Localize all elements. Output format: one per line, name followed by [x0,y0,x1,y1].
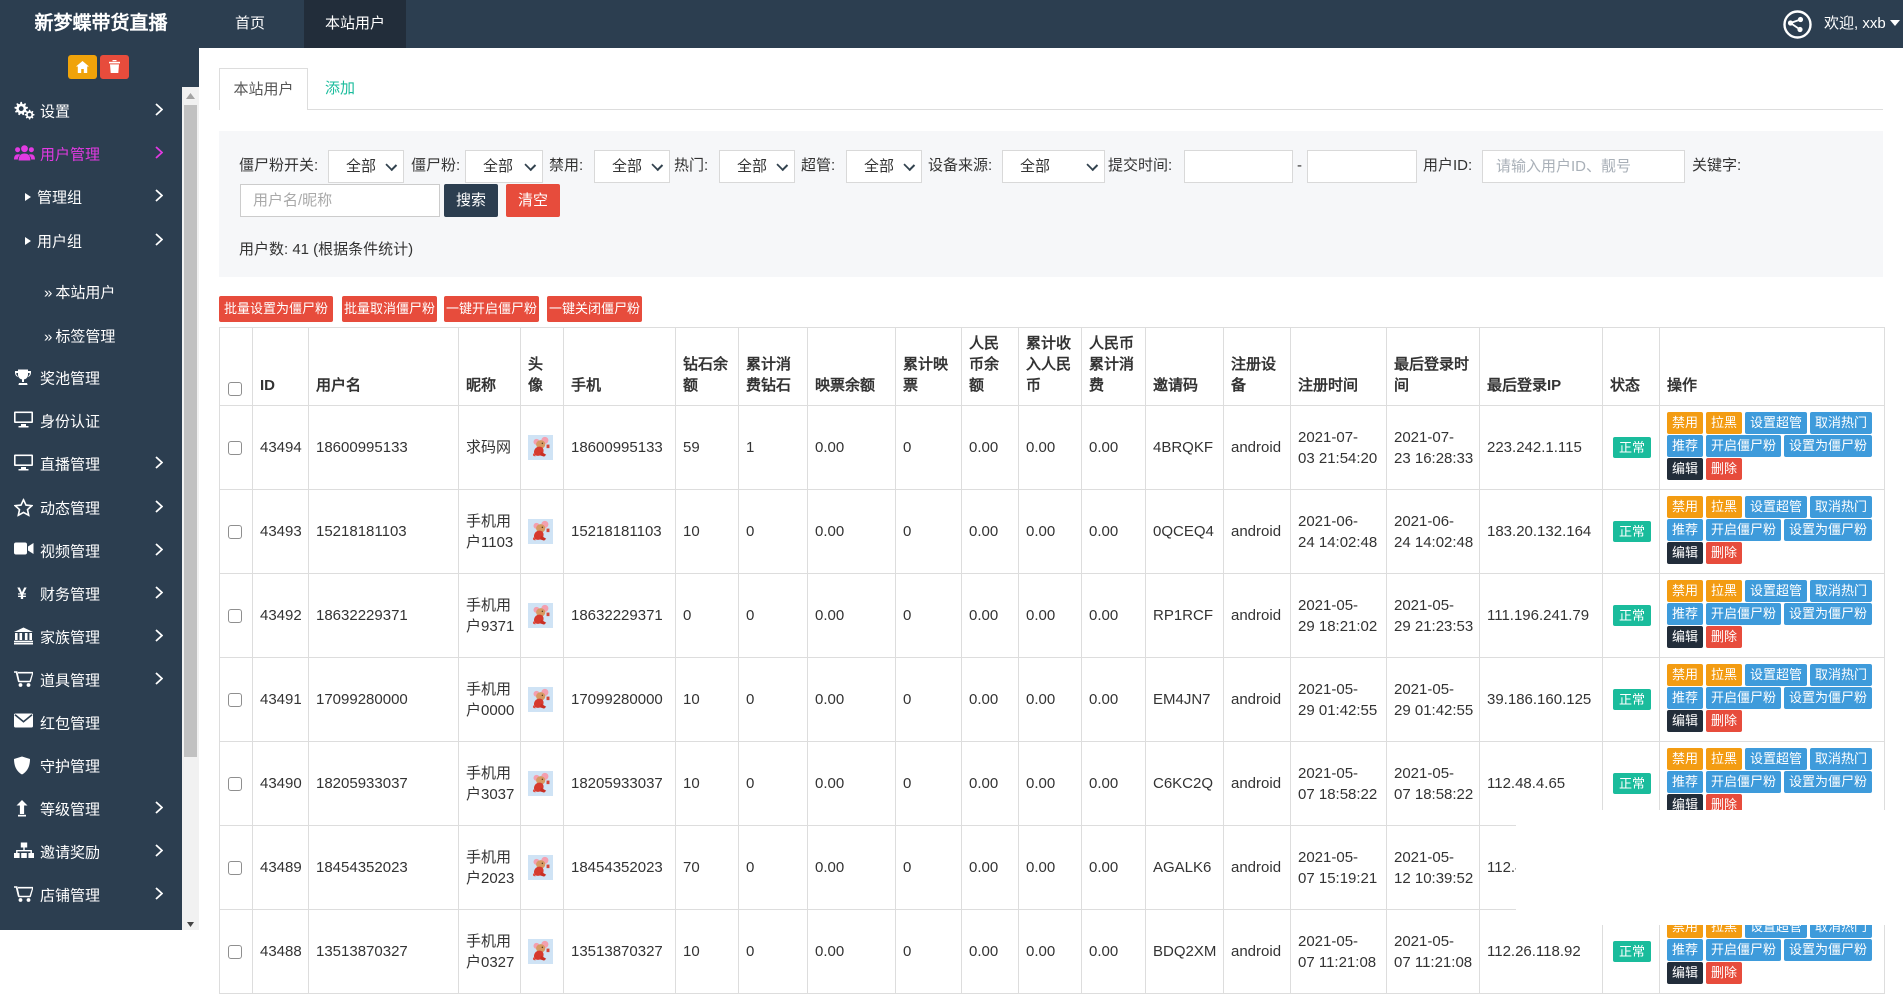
svg-text:¥: ¥ [17,584,27,601]
